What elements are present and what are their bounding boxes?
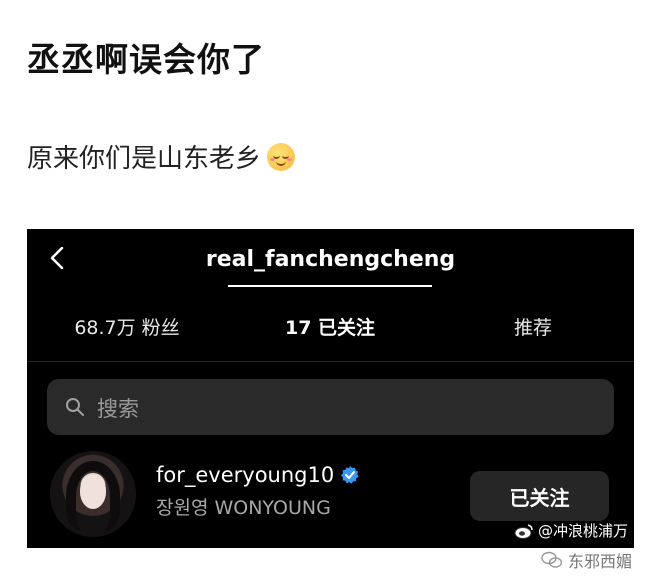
follow-tabs: 68.7万 粉丝 17 已关注 推荐: [27, 301, 634, 359]
search-input[interactable]: 搜索: [47, 379, 614, 435]
instagram-screenshot: real_fanchengcheng 68.7万 粉丝 17 已关注 推荐 搜索…: [27, 229, 634, 548]
weibo-watermark: @冲浪桃浦万: [514, 520, 628, 541]
tabs-divider: [27, 361, 634, 362]
post-body-text: 原来你们是山东老乡: [27, 144, 262, 174]
tab-suggested[interactable]: 推荐: [432, 313, 634, 340]
following-button[interactable]: 已关注: [470, 471, 609, 521]
post-body: 原来你们是山东老乡: [27, 138, 296, 175]
avatar[interactable]: [50, 451, 136, 537]
account-full-name: 장원영 WONYOUNG: [156, 497, 331, 519]
profile-username: real_fanchengcheng: [205, 247, 456, 272]
search-icon: [66, 398, 84, 416]
wechat-icon: [541, 551, 563, 568]
post-title: 丞丞啊误会你了: [27, 40, 265, 79]
weibo-icon: [514, 523, 533, 539]
active-tab-indicator: [228, 285, 432, 287]
tab-followers[interactable]: 68.7万 粉丝: [27, 313, 227, 340]
wechat-watermark: 东邪西媚: [541, 548, 632, 572]
wechat-watermark-text: 东邪西媚: [568, 552, 633, 571]
relieved-face-icon: [267, 142, 296, 171]
account-username-text: for_everyoung10: [156, 463, 335, 487]
tab-following[interactable]: 17 已关注: [228, 313, 432, 340]
account-username[interactable]: for_everyoung10: [156, 463, 360, 487]
weibo-watermark-text: @冲浪桃浦万: [538, 522, 629, 540]
verified-badge-icon: [341, 466, 359, 484]
search-placeholder: 搜索: [97, 397, 139, 421]
